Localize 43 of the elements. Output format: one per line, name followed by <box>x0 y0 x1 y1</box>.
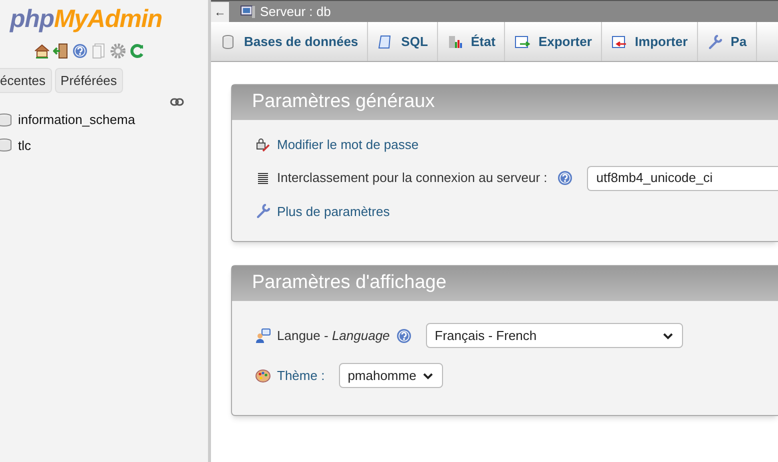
database-link[interactable]: tlc <box>18 136 31 155</box>
sidebar-tab[interactable]: écentes <box>0 68 52 93</box>
reload-icon[interactable] <box>129 42 145 58</box>
field-label: Thème : <box>277 366 325 385</box>
palette-icon <box>255 368 271 384</box>
panel-title: Paramètres généraux <box>232 85 778 120</box>
panel-title: Paramètres d'affichage <box>232 266 778 301</box>
person-speech-icon <box>255 328 271 344</box>
gear-icon[interactable] <box>110 42 126 58</box>
field-label: Langue - Language <box>277 326 390 345</box>
dropdown[interactable]: pmahomme <box>338 363 443 388</box>
help-icon[interactable] <box>72 42 88 58</box>
link-icon[interactable] <box>170 98 184 106</box>
nav-tab[interactable]: Importer <box>602 22 698 61</box>
export-icon <box>514 34 530 50</box>
bar-chart-icon <box>446 34 463 50</box>
import-icon <box>610 34 627 50</box>
database-icon <box>220 34 236 50</box>
wrench-icon <box>255 203 271 220</box>
help-icon[interactable] <box>557 170 574 186</box>
nav-tab[interactable]: Pa <box>698 22 757 61</box>
lock-pencil-icon <box>255 136 271 153</box>
field-label: Interclassement pour la connexion au serveur : <box>277 169 548 188</box>
home-icon[interactable] <box>34 42 50 58</box>
nav-tab[interactable]: État <box>438 22 506 61</box>
nav-tab[interactable]: Bases de données <box>211 22 368 61</box>
settings-link[interactable]: Plus de paramètres <box>277 202 390 221</box>
help-icon[interactable] <box>396 328 412 344</box>
logo: phpMyAdmin <box>8 4 164 34</box>
server-title: Serveur : db <box>260 2 331 21</box>
list-icon <box>255 170 271 186</box>
sidebar-tab[interactable]: Préférées <box>54 68 123 93</box>
database-link[interactable]: information_schema <box>18 110 136 130</box>
nav-tab[interactable]: SQL <box>368 22 438 61</box>
wrench-icon <box>706 34 723 50</box>
dropdown[interactable]: Français - French <box>426 323 683 348</box>
collation-field[interactable]: utf8mb4_unicode_ci <box>587 166 778 190</box>
door-icon[interactable] <box>53 42 69 58</box>
scroll-icon <box>377 34 394 50</box>
nav-tab[interactable]: Exporter <box>505 22 602 61</box>
settings-link[interactable]: Modifier le mot de passe <box>277 135 419 154</box>
back-button[interactable]: ← <box>211 2 229 22</box>
server-icon <box>240 4 256 20</box>
